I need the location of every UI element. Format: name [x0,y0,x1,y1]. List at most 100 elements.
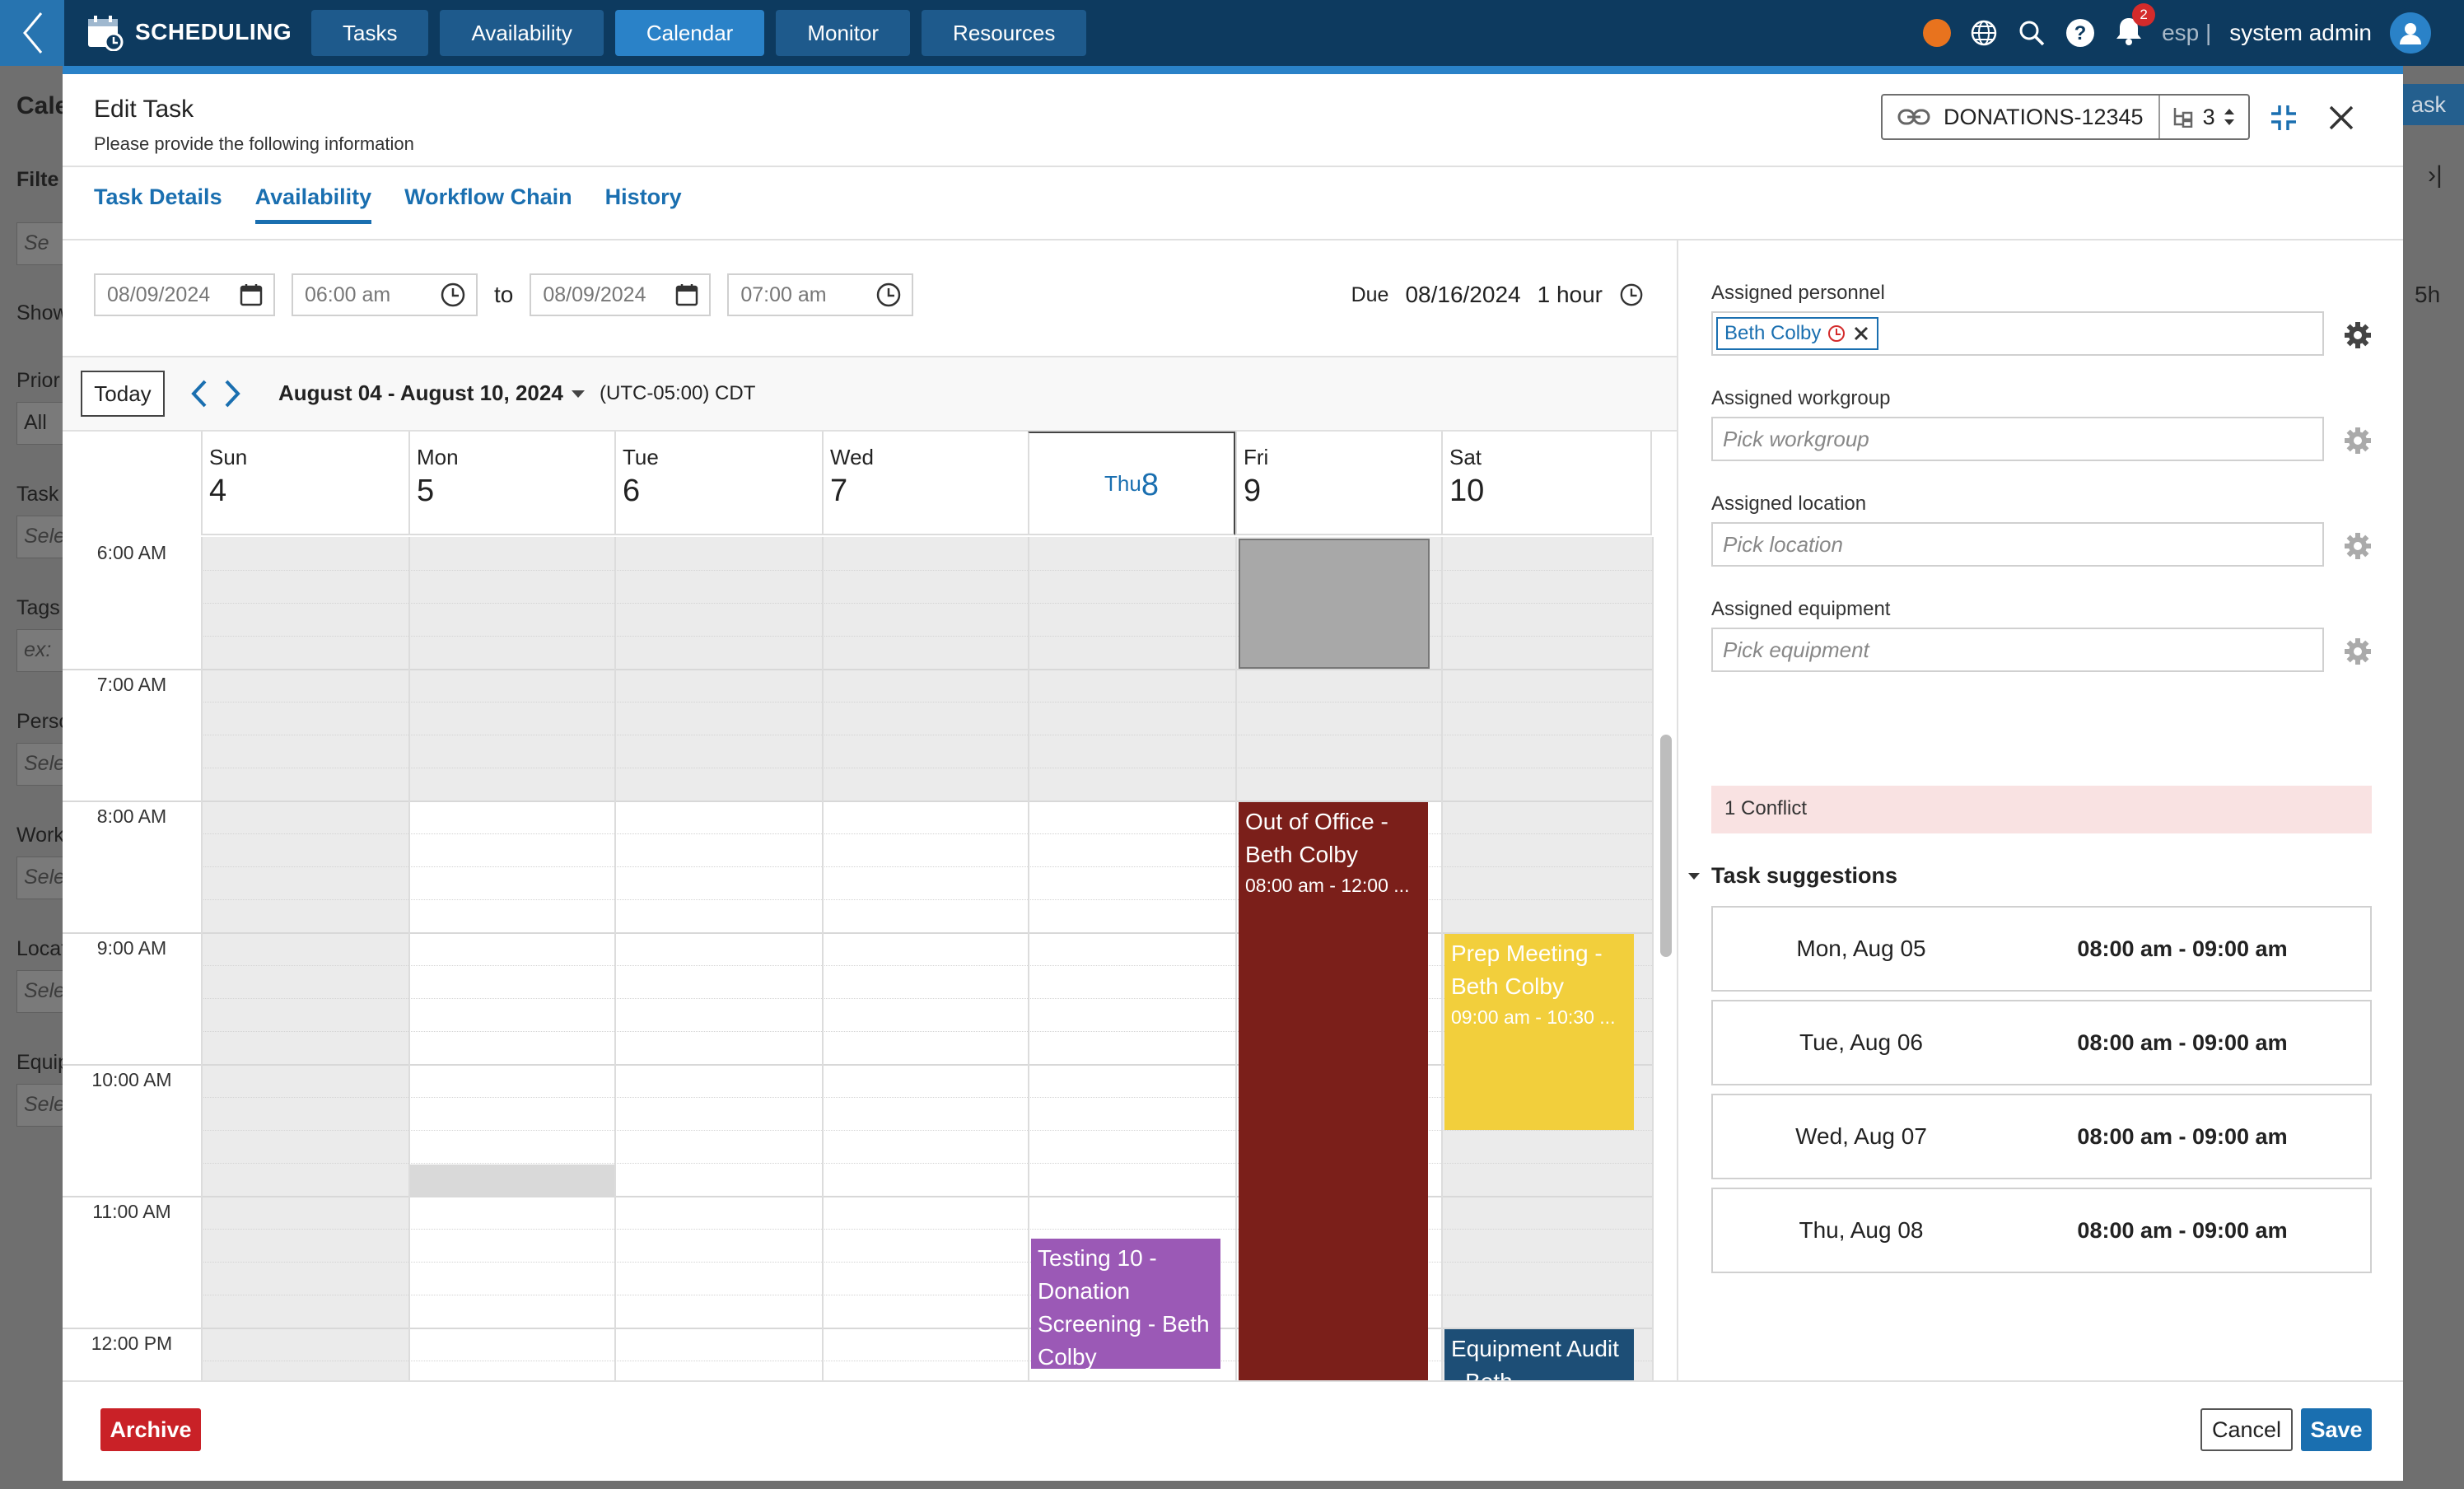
globe-icon[interactable] [1969,18,1999,48]
task-id-box: DONATIONS-12345 3 [1881,94,2250,140]
to-label: to [494,282,514,307]
tab-workflow-chain[interactable]: Workflow Chain [404,173,572,224]
equipment-field[interactable]: Pick equipment [1711,628,2324,672]
location-field[interactable]: Pick location [1711,522,2324,567]
time-label: 10:00 AM [91,1069,172,1090]
avatar[interactable] [2390,12,2431,54]
gear-icon[interactable] [2344,532,2372,560]
conflict-banner[interactable]: 1 Conflict [1711,786,2372,833]
cancel-button[interactable]: Cancel [2200,1408,2293,1451]
day-column [822,537,824,1380]
personnel-label: Assigned personnel [1711,282,1885,304]
day-column [408,537,410,1380]
help-icon[interactable]: ? [2065,17,2096,49]
nav-tab-calendar[interactable]: Calendar [614,10,765,56]
personnel-field[interactable]: Beth Colby [1711,311,2324,356]
date-range-label[interactable]: August 04 - August 10, 2024 [278,380,563,406]
week-calendar-grid: Sun 4 Mon 5 Tue 6 Wed 7 Thu 8 Fri 9 Sat 10 [63,432,1654,1380]
start-date-input[interactable]: 08/09/2024 [94,273,275,316]
edit-task-modal: Edit Task Please provide the following i… [63,66,2403,1481]
gear-icon[interactable] [2344,427,2372,455]
suggestion-item[interactable]: Thu, Aug 08 08:00 am - 09:00 am [1711,1188,2372,1273]
start-time-input[interactable]: 06:00 am [292,273,478,316]
start-date-value: 08/09/2024 [107,282,211,306]
tab-availability[interactable]: Availability [254,173,372,224]
clock-icon[interactable] [1619,282,1644,307]
event-testing-donation-screening[interactable]: Testing 10 - Donation Screening - Beth C… [1031,1239,1220,1369]
nav-tab-tasks[interactable]: Tasks [311,10,429,56]
remove-icon[interactable] [1852,324,1870,343]
day-header-wed: Wed 7 [822,432,1028,535]
save-button[interactable]: Save [2301,1408,2372,1451]
selected-time-slot[interactable] [1239,539,1430,669]
user-name[interactable]: system admin [2229,20,2372,46]
availability-pane: 08/09/2024 06:00 am to 08/09/2024 07:00 … [63,240,1677,1380]
quarter-line [201,965,1652,966]
minimize-button[interactable] [2270,104,2298,136]
gear-icon[interactable] [2344,637,2372,665]
suggestion-date: Wed, Aug 07 [1795,1123,1927,1149]
date-time-row: 08/09/2024 06:00 am to 08/09/2024 07:00 … [94,273,914,316]
app-brand[interactable]: SCHEDULING [86,13,292,51]
close-button[interactable] [2327,104,2355,136]
day-number: 10 [1449,474,1485,508]
caret-down-icon[interactable] [572,390,585,398]
link-icon [1897,109,1930,125]
chain-count-stepper[interactable]: 3 [2160,105,2247,130]
language-switch[interactable]: esp | [2162,20,2211,46]
equipment-label: Assigned equipment [1711,598,1891,620]
suggestion-item[interactable]: Tue, Aug 06 08:00 am - 09:00 am [1711,1000,2372,1085]
calendar-scrollbar[interactable] [1660,735,1672,957]
suggestion-item[interactable]: Mon, Aug 05 08:00 am - 09:00 am [1711,906,2372,992]
suggestion-item[interactable]: Wed, Aug 07 08:00 am - 09:00 am [1711,1094,2372,1179]
modal-header: Edit Task Please provide the following i… [63,74,2403,167]
day-name: Wed [830,445,874,469]
modal-tabs: Task Details Availability Workflow Chain… [94,173,682,224]
search-icon[interactable] [2017,18,2046,48]
today-button[interactable]: Today [81,371,165,417]
day-number: 4 [209,474,227,508]
nav-tab-resources[interactable]: Resources [922,10,1087,56]
suggestion-date: Tue, Aug 06 [1799,1029,1923,1055]
nav-tab-monitor[interactable]: Monitor [776,10,911,56]
day-column [201,537,203,1380]
chevron-right-icon[interactable] [222,379,242,408]
location-label: Assigned location [1711,492,1867,515]
day-header-sun: Sun 4 [201,432,408,535]
event-time: 09:00 am - 10:30 ... [1451,1006,1616,1028]
event-out-of-office[interactable]: Out of Office - Beth Colby 08:00 am - 12… [1239,802,1428,1380]
bg-priority-select: All [16,402,63,445]
status-dot-icon[interactable] [1923,19,1952,47]
nav-tab-availability[interactable]: Availability [440,10,604,56]
end-time-input[interactable]: 07:00 am [727,273,914,316]
archive-button[interactable]: Archive [100,1408,201,1451]
personnel-chip-label: Beth Colby [1724,322,1822,344]
task-id-link[interactable]: DONATIONS-12345 [1883,96,2160,138]
quarter-line [201,866,1652,867]
background-filter-panel: Cale Filte Se Show Prior All Task Sele T… [0,66,63,1489]
duration: 1 hour [1537,282,1603,307]
event-prep-meeting[interactable]: Prep Meeting - Beth Colby 09:00 am - 10:… [1444,934,1634,1130]
event-equipment-audit[interactable]: Equipment Audit - Beth [1444,1329,1634,1380]
time-label: 9:00 AM [96,937,167,959]
gear-icon[interactable] [2344,321,2372,349]
notifications-button[interactable]: 2 [2114,2,2156,52]
task-suggestions-header[interactable]: Task suggestions [1688,863,1897,889]
day-header-fri: Fri 9 [1235,432,1441,535]
tab-task-details[interactable]: Task Details [94,173,222,224]
back-button[interactable] [0,0,64,66]
weekend-shade-sun [201,801,408,1380]
day-name: Mon [417,445,459,469]
conflict-clock-icon [1828,325,1846,342]
end-date-input[interactable]: 08/09/2024 [530,273,712,316]
chevron-left-icon[interactable] [189,379,209,408]
close-icon [2329,105,2354,130]
suggestion-time: 08:00 am - 09:00 am [2077,1217,2288,1243]
bg-workgroup-field: Sele [16,857,63,899]
workgroup-field[interactable]: Pick workgroup [1711,417,2324,461]
day-header-thu: Thu 8 [1028,432,1235,535]
suggestion-date: Mon, Aug 05 [1796,936,1926,961]
tab-history[interactable]: History [605,173,682,224]
bg-location-field: Sele [16,970,63,1013]
back-chevron-icon [23,12,43,54]
